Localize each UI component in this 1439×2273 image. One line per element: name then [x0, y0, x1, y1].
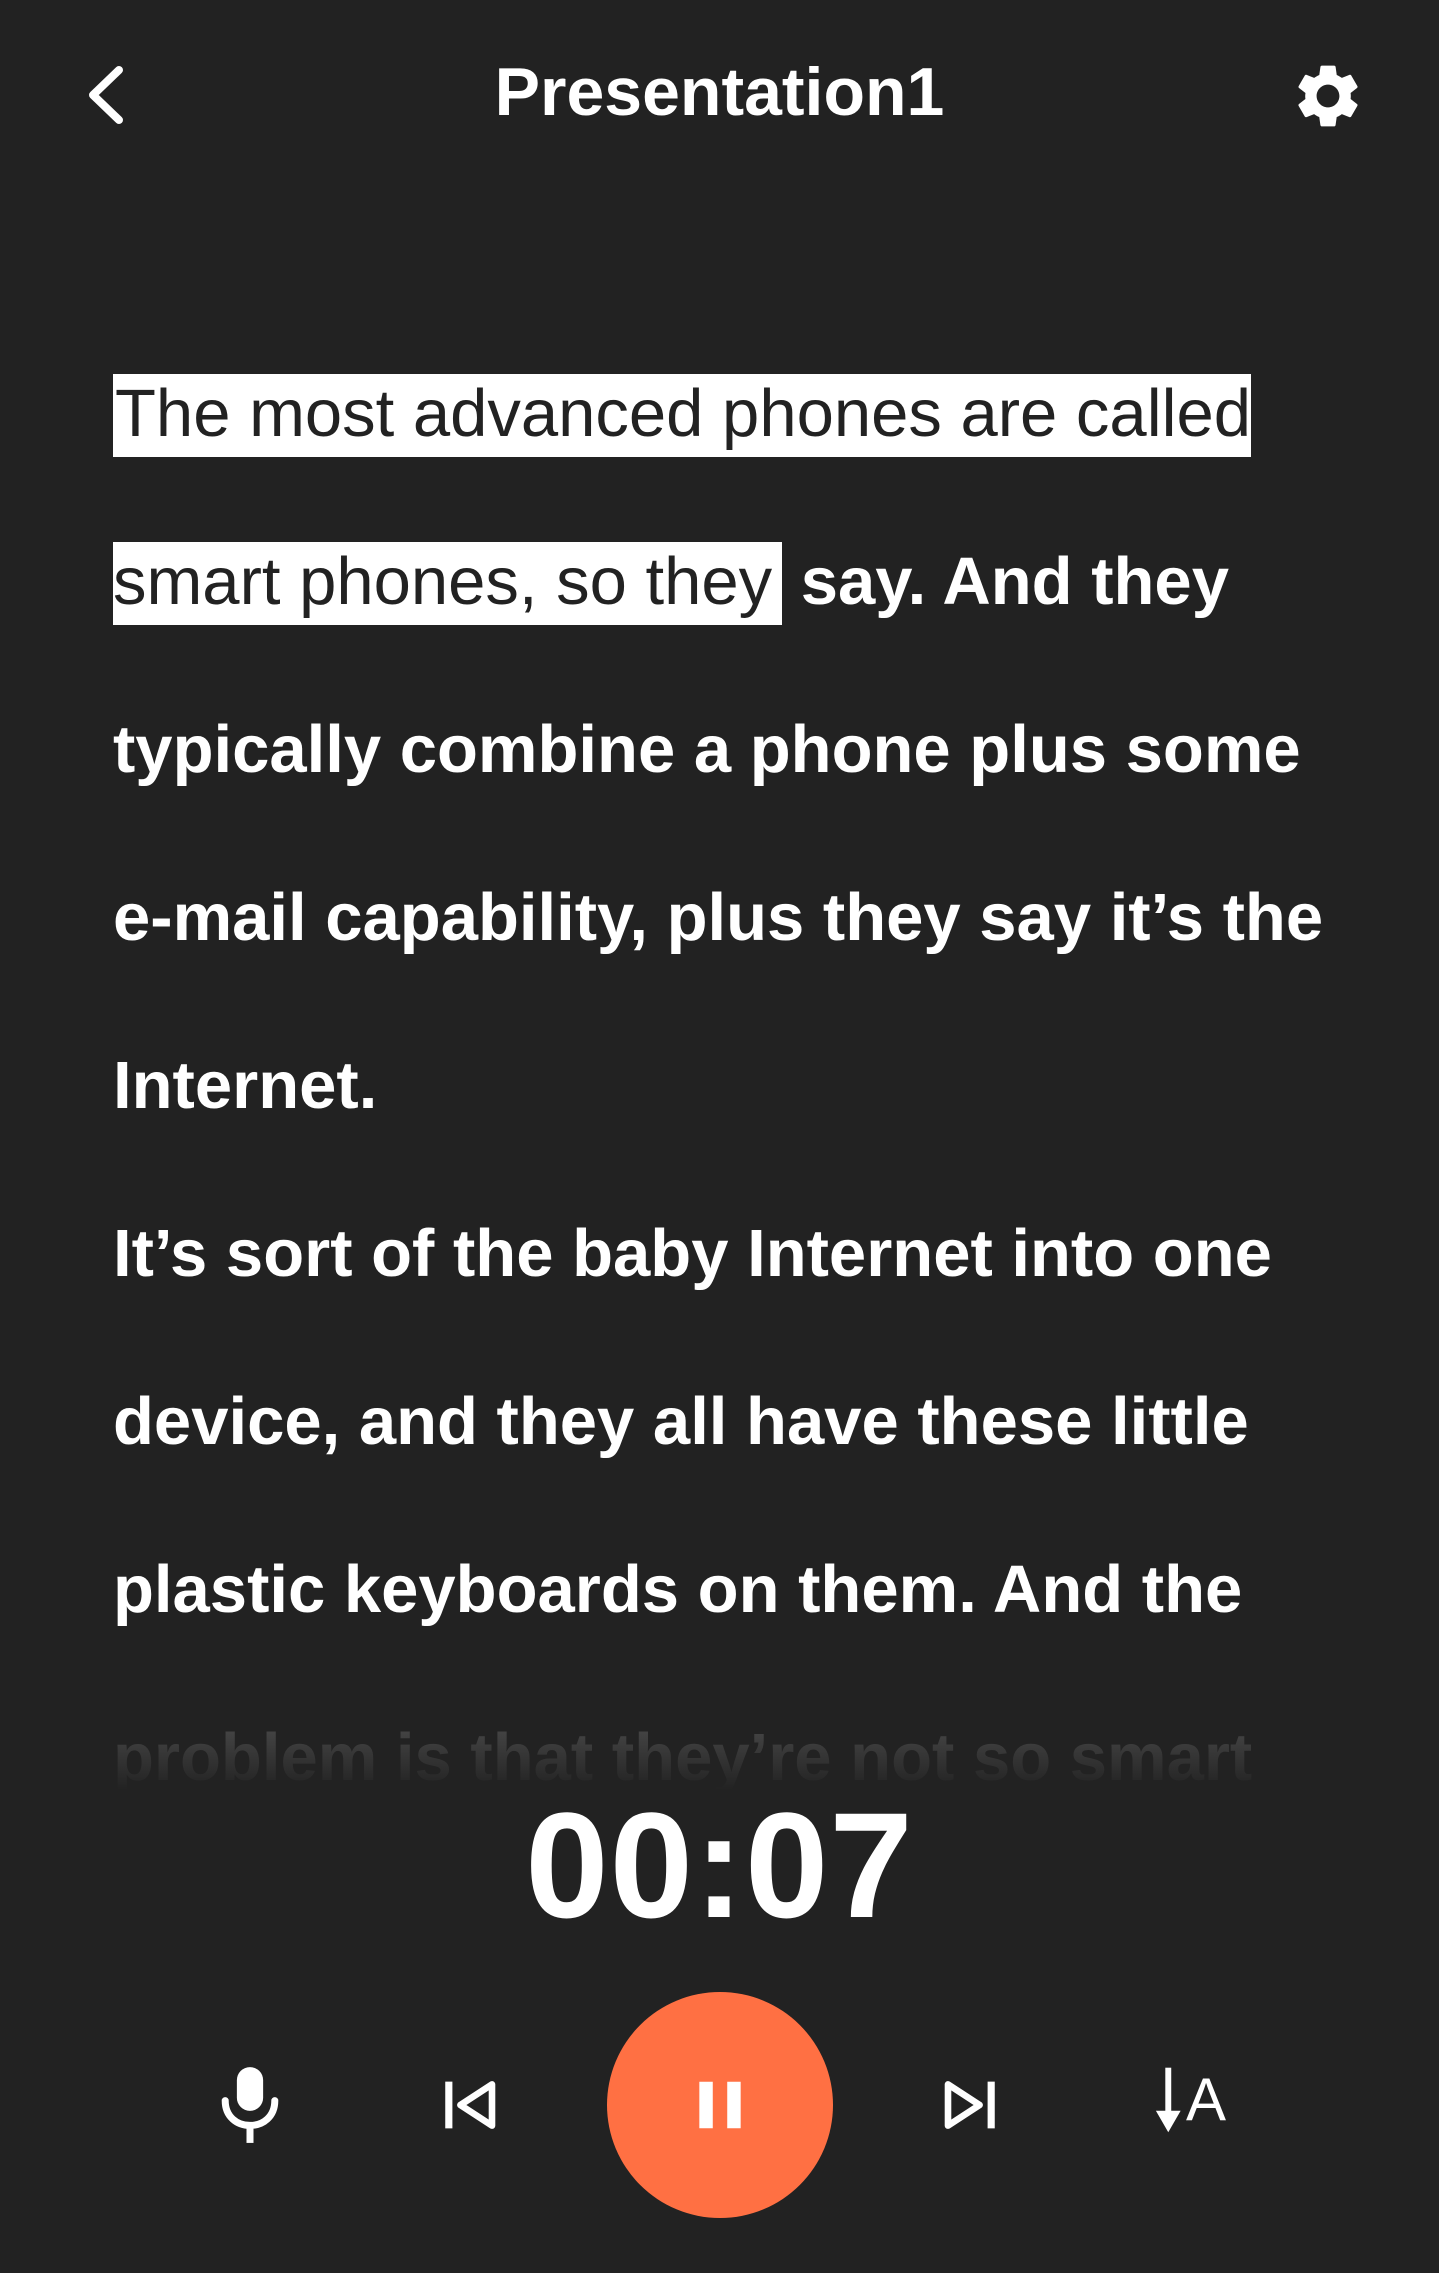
- font-size-button[interactable]: A: [1130, 2040, 1250, 2160]
- pause-button[interactable]: [607, 1992, 833, 2218]
- skip-previous-icon: [445, 2081, 496, 2129]
- teleprompter-screen: Presentation1 The most advanced phones a…: [0, 0, 1439, 2273]
- script-paragraph-rest: say. And they typically combine a phone …: [113, 544, 1324, 1123]
- page-title: Presentation1: [494, 54, 945, 130]
- header: Presentation1: [0, 0, 1439, 185]
- microphone-button[interactable]: [190, 2045, 310, 2165]
- font-size-label: A: [1185, 2066, 1227, 2133]
- text-size-icon: [1155, 2067, 1181, 2133]
- script-paragraph: The most advanced phones are called smar…: [113, 330, 1343, 1170]
- script-viewport[interactable]: The most advanced phones are called smar…: [0, 330, 1439, 1790]
- elapsed-timer: 00:07: [525, 1781, 914, 1949]
- microphone-icon: [221, 2067, 279, 2143]
- skip-next-icon: [944, 2081, 995, 2129]
- script-text: The most advanced phones are called smar…: [113, 330, 1343, 1790]
- pause-icon: [699, 2081, 741, 2129]
- skip-previous-button[interactable]: [410, 2045, 530, 2165]
- skip-next-button[interactable]: [910, 2045, 1030, 2165]
- settings-button[interactable]: [1280, 48, 1376, 144]
- gear-icon: [1298, 65, 1358, 127]
- playback-controls: A: [0, 1990, 1439, 2220]
- script-paragraph: It’s sort of the baby Internet into one …: [113, 1216, 1272, 1790]
